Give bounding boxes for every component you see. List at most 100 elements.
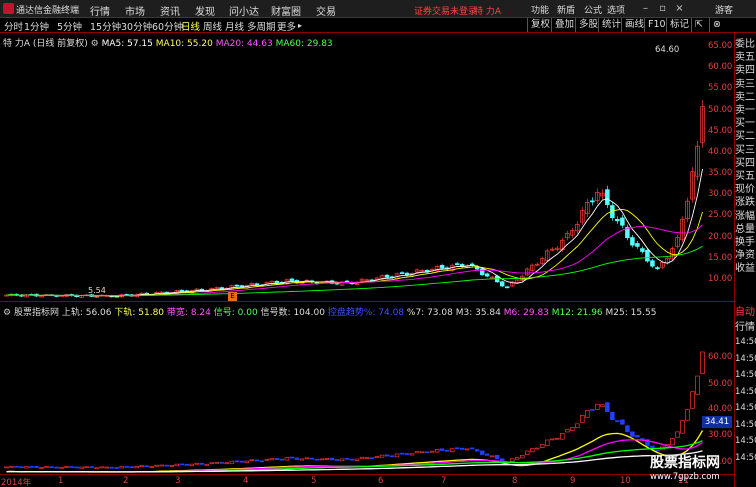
indicator-info-line: ⚙ 股票指标网 上轨: 56.06 下轨: 51.80 带宽: 8.24 信号:… bbox=[3, 305, 656, 318]
more-chevron-icon[interactable]: ▸ bbox=[298, 21, 302, 30]
ind-y-tick-label: 40.00 bbox=[708, 404, 733, 414]
watermark: 股票指标网 www.7gpzb.com bbox=[650, 452, 734, 484]
f10-button[interactable]: F10 bbox=[644, 18, 669, 32]
ind-candle bbox=[109, 466, 114, 469]
period-more[interactable]: 更多 bbox=[277, 19, 296, 33]
indicator-gear-icon[interactable]: ⚙ bbox=[3, 308, 14, 318]
candle-body bbox=[590, 200, 595, 203]
period-month[interactable]: 月线 bbox=[225, 19, 244, 33]
candle-body bbox=[645, 249, 650, 262]
candle-body bbox=[179, 289, 185, 292]
ind-candle bbox=[555, 437, 560, 440]
period-fenshi[interactable]: 分时 bbox=[4, 19, 23, 33]
ind-candle bbox=[369, 457, 375, 460]
x-tick-label: 7 bbox=[441, 476, 447, 486]
ind-candle bbox=[354, 458, 360, 461]
ind-y-tick-label: 30.00 bbox=[708, 430, 733, 440]
ind-candle bbox=[219, 461, 225, 464]
period-1min[interactable]: 1分钟 bbox=[24, 19, 49, 33]
ind-candle bbox=[9, 465, 14, 468]
auto-label[interactable]: 自动 bbox=[735, 303, 756, 318]
ind-candle bbox=[69, 466, 74, 468]
period-multi[interactable]: 多周期 bbox=[247, 19, 276, 33]
period-day[interactable]: 日线 bbox=[181, 19, 200, 33]
ind-candle bbox=[685, 409, 690, 421]
ind-candle bbox=[34, 465, 39, 468]
period-30min[interactable]: 30分钟 bbox=[121, 19, 152, 33]
kline-title: 特 力A (日线 前复权) bbox=[3, 39, 88, 49]
diejia-button[interactable]: 叠加 bbox=[551, 18, 577, 32]
guest-label[interactable]: 游客 bbox=[715, 3, 733, 16]
minimize-icon[interactable]: – bbox=[640, 2, 651, 15]
kline-chart-panel[interactable] bbox=[0, 33, 734, 300]
menu-hangqing[interactable]: 行情 bbox=[90, 3, 110, 18]
ind-y-tick-label: 50.00 bbox=[708, 379, 733, 389]
indicator-chart-panel[interactable] bbox=[0, 302, 734, 474]
ma10-line bbox=[6, 208, 703, 297]
close-icon[interactable]: × bbox=[674, 2, 685, 15]
candle-body bbox=[454, 263, 460, 265]
ind-candle bbox=[229, 460, 235, 464]
ind-candle bbox=[4, 466, 9, 469]
trade-time: 14:50 bbox=[735, 370, 756, 380]
x-tick-label: 6 bbox=[378, 476, 384, 486]
candle-body bbox=[620, 217, 625, 226]
lower-band-value: 下轨: 51.80 bbox=[114, 308, 165, 318]
kline-info-line: 特 力A (日线 前复权) ⚙ MA5: 57.15 MA10: 55.20 M… bbox=[3, 36, 333, 49]
menu-xuanxiang[interactable]: 选项 bbox=[607, 3, 625, 16]
ind-candle bbox=[269, 458, 275, 461]
fuquan-button[interactable]: 复权 bbox=[527, 18, 553, 32]
menu-gongshi[interactable]: 公式 bbox=[584, 3, 602, 16]
period-60min[interactable]: 60分钟 bbox=[152, 19, 183, 33]
candle-body bbox=[615, 218, 620, 222]
ind-candle bbox=[535, 447, 540, 450]
maximize-icon[interactable]: ▫ bbox=[657, 2, 668, 15]
period-15min[interactable]: 15分钟 bbox=[90, 19, 121, 33]
biaoji-button[interactable]: 标记 bbox=[666, 18, 692, 32]
ind-candle bbox=[429, 450, 435, 453]
ma60-value: MA60: 29.83 bbox=[275, 39, 333, 49]
ind-candle bbox=[565, 428, 570, 433]
low-price-label: 5.54 bbox=[88, 286, 106, 295]
menu-faxian[interactable]: 发现 bbox=[195, 3, 215, 18]
menu-xindun[interactable]: 新盾 bbox=[557, 3, 575, 16]
ind-candle bbox=[414, 451, 420, 454]
ind-candle bbox=[379, 454, 385, 458]
menu-zixun[interactable]: 资讯 bbox=[160, 3, 180, 18]
ind-candle bbox=[189, 463, 195, 467]
ind-candle bbox=[54, 466, 59, 469]
login-alert[interactable]: 证券交易未登录 bbox=[414, 4, 477, 17]
close-chart-icon[interactable]: ⊗ bbox=[709, 18, 724, 32]
candle-body bbox=[199, 288, 205, 291]
menu-wenxiaoda[interactable]: 问小达 bbox=[229, 3, 259, 18]
ind-candle bbox=[389, 455, 395, 458]
app-logo-icon bbox=[3, 3, 14, 14]
ind-candle bbox=[99, 466, 104, 469]
ind-candle bbox=[464, 448, 470, 451]
menu-jiaoyi[interactable]: 交易 bbox=[316, 3, 336, 18]
ind-candle bbox=[484, 453, 490, 456]
candle-body bbox=[635, 243, 640, 247]
period-5min[interactable]: 5分钟 bbox=[57, 19, 82, 33]
ind-candle bbox=[74, 466, 79, 469]
ind-candle bbox=[14, 465, 19, 468]
app-title: 通达信金融终端 bbox=[16, 6, 80, 16]
ind-candle bbox=[595, 403, 600, 410]
period-week[interactable]: 周线 bbox=[203, 19, 222, 33]
ind-candle bbox=[204, 463, 210, 466]
pin-icon[interactable]: ⇱ bbox=[691, 18, 706, 32]
ind-candle bbox=[184, 463, 190, 466]
menu-gongneng[interactable]: 功能 bbox=[531, 3, 549, 16]
ind-candle bbox=[289, 456, 295, 459]
trade-time: 14:50 bbox=[735, 337, 756, 347]
event-marker-icon[interactable]: E bbox=[228, 292, 237, 301]
candle-body bbox=[234, 284, 240, 287]
menu-caifuquan[interactable]: 财富圈 bbox=[271, 3, 301, 18]
settings-icon[interactable]: ⚙ bbox=[91, 39, 102, 49]
ind-candle bbox=[139, 465, 144, 468]
hangqing-label[interactable]: 行情 bbox=[735, 318, 756, 333]
menu-shichang[interactable]: 市场 bbox=[125, 3, 145, 18]
indicator-name[interactable]: 股票指标网 bbox=[14, 308, 59, 318]
ind-candle bbox=[164, 464, 169, 467]
ind-candle bbox=[540, 444, 545, 448]
